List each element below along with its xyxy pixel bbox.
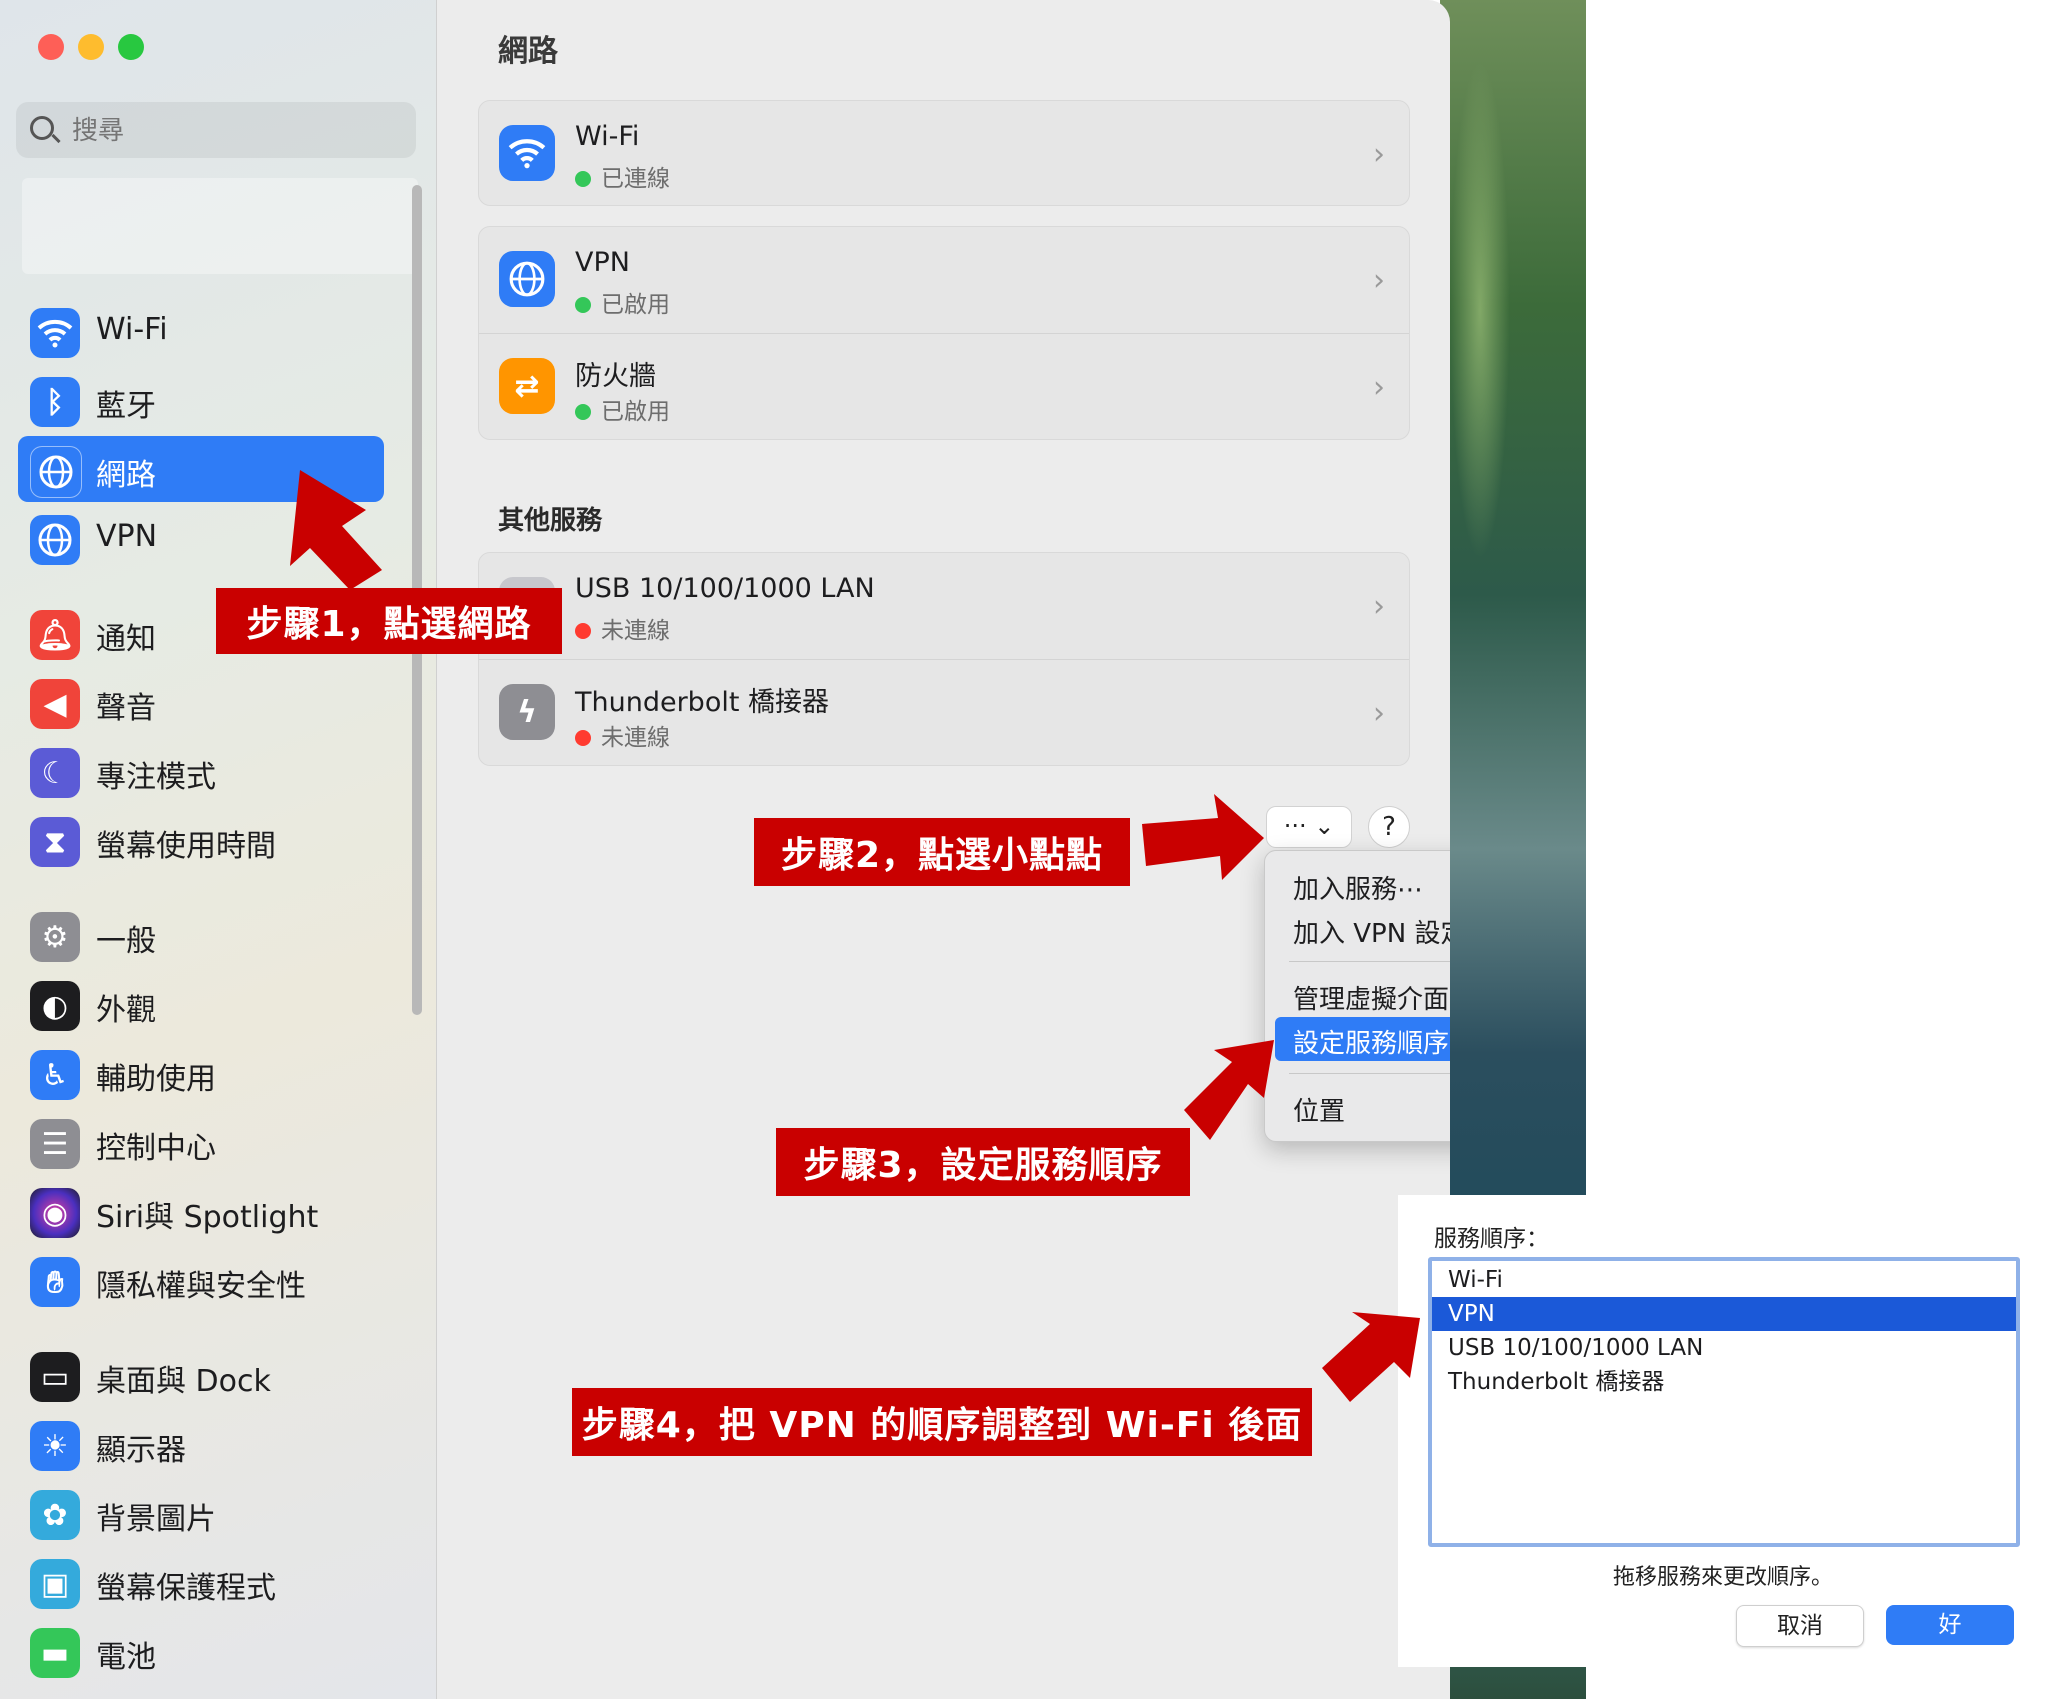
step1-arrow [290,470,382,590]
step1-callout: 步驟1，點選網路 [216,588,562,654]
step2-callout: 步驟2，點選小點點 [754,818,1130,886]
step4-callout: 步驟4，把 VPN 的順序調整到 Wi-Fi 後面 [572,1388,1312,1456]
step3-arrow [1184,1040,1274,1140]
step2-arrow [1142,794,1264,880]
step4-arrow [1322,1312,1420,1402]
step3-callout: 步驟3，設定服務順序 [776,1128,1190,1196]
